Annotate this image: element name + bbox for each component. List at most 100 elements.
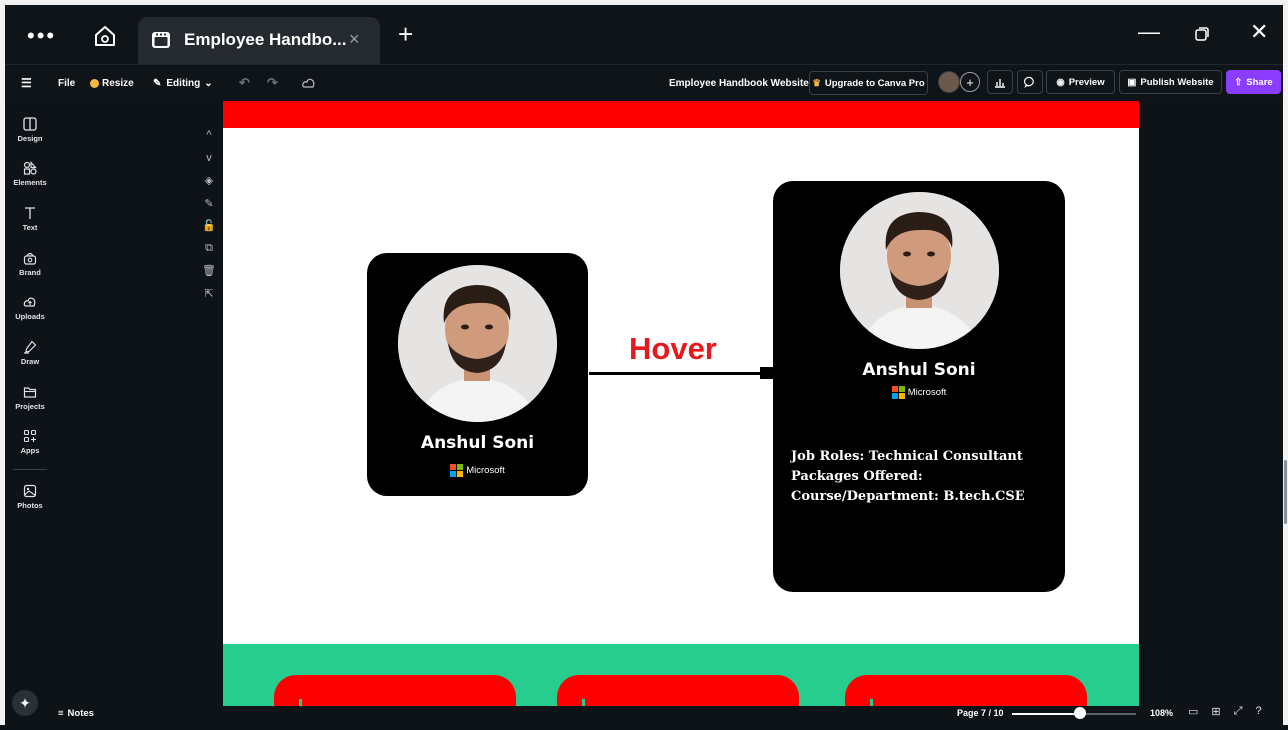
microsoft-icon <box>891 386 905 399</box>
lock-page-icon[interactable]: 🔓 <box>201 219 217 242</box>
red-button-card[interactable] <box>845 675 1087 706</box>
notes-icon: ≡ <box>58 708 64 719</box>
close-icon[interactable]: ✕ <box>1250 19 1268 45</box>
title-bar: ••• Employee Handbo... × + — ✕ <box>5 5 1283 64</box>
magic-sparkle-icon[interactable]: ✦ <box>12 690 38 716</box>
redo-icon[interactable]: ↷ <box>267 65 278 101</box>
packages-text: Packages Offered: <box>791 469 923 484</box>
page-notes-icon[interactable]: ✎ <box>201 197 217 220</box>
avatar[interactable] <box>938 71 960 93</box>
sidebar-divider <box>13 469 47 470</box>
profile-photo <box>398 265 557 422</box>
profile-card-large[interactable]: Anshul Soni Microsoft Job Roles: Technic… <box>773 181 1065 592</box>
home-icon[interactable] <box>91 22 119 50</box>
view-controls: ▭ ⊞ ⤢ ? <box>1188 705 1262 718</box>
website-icon: ▣ <box>1127 76 1137 88</box>
employee-name: Anshul Soni <box>862 360 976 380</box>
sidebar-item-text[interactable]: Text <box>5 206 55 232</box>
comment-icon[interactable] <box>1017 70 1043 94</box>
company-logo: Microsoft <box>773 386 1065 399</box>
pill-marker <box>582 699 585 706</box>
vertical-scrollbar[interactable] <box>1284 460 1287 524</box>
hide-page-icon[interactable]: ◈ <box>201 174 217 197</box>
preview-button[interactable]: ◉ Preview <box>1046 70 1115 94</box>
upgrade-button[interactable]: ♛ Upgrade to Canva Pro <box>809 71 928 95</box>
design-canvas[interactable]: Anshul Soni Microsoft Hover Anshul Soni … <box>223 101 1139 706</box>
move-page-down-icon[interactable]: v <box>201 152 217 175</box>
sidebar-item-brand[interactable]: Brand <box>5 251 55 277</box>
cloud-saved-icon[interactable] <box>302 65 316 101</box>
tab-close-icon[interactable]: × <box>349 29 360 50</box>
more-menu-icon[interactable]: ••• <box>27 23 56 49</box>
text-icon <box>25 207 35 219</box>
upload-share-icon: ⇧ <box>1234 76 1243 88</box>
profile-card-small[interactable]: Anshul Soni Microsoft <box>367 253 588 496</box>
resize-button[interactable]: Resize <box>90 65 134 101</box>
pages-view-icon[interactable]: ▭ <box>1188 705 1198 718</box>
draw-icon <box>24 340 37 354</box>
photos-icon <box>23 484 37 498</box>
uploads-icon <box>23 297 36 307</box>
tab-employee-handbook[interactable]: Employee Handbo... × <box>138 17 380 64</box>
sidebar-item-apps[interactable]: Apps <box>5 429 55 455</box>
sidebar-item-label: Projects <box>15 402 45 411</box>
add-page-icon[interactable]: ⇱ <box>201 287 217 310</box>
insights-icon[interactable] <box>987 70 1013 94</box>
left-sidebar: Design Elements Text Brand Uploads Draw … <box>5 101 55 730</box>
microsoft-icon <box>450 464 464 477</box>
move-page-up-icon[interactable]: ^ <box>201 129 217 152</box>
zoom-percentage[interactable]: 108% <box>1150 708 1173 718</box>
elements-icon <box>23 161 37 175</box>
preview-label: Preview <box>1068 76 1105 88</box>
connector-line <box>589 372 773 375</box>
crown-coin-icon <box>90 78 99 88</box>
employee-details: Job Roles: Technical Consultant Packages… <box>791 447 1025 507</box>
red-button-card[interactable] <box>274 675 516 706</box>
editing-mode-dropdown[interactable]: ✎ Editing ⌄ <box>153 65 213 101</box>
hover-label: Hover <box>629 331 717 366</box>
sidebar-item-photos[interactable]: Photos <box>5 484 55 510</box>
sidebar-item-label: Design <box>17 134 43 143</box>
sidebar-item-uploads[interactable]: Uploads <box>5 295 55 321</box>
sidebar-item-label: Apps <box>20 446 40 455</box>
pill-marker <box>299 699 302 706</box>
editing-label: Editing <box>166 77 201 89</box>
share-button[interactable]: ⇧ Share <box>1226 70 1281 94</box>
file-menu[interactable]: File <box>58 65 75 101</box>
undo-icon[interactable]: ↶ <box>239 65 250 101</box>
notes-button[interactable]: ≡ Notes <box>58 708 94 719</box>
sidebar-item-draw[interactable]: Draw <box>5 340 55 366</box>
fullscreen-icon[interactable]: ⤢ <box>1234 705 1243 718</box>
projects-icon <box>23 387 37 398</box>
resize-label: Resize <box>102 77 134 89</box>
publish-website-button[interactable]: ▣ Publish Website <box>1119 70 1222 94</box>
top-red-banner[interactable] <box>223 101 1139 128</box>
grid-view-icon[interactable]: ⊞ <box>1211 705 1220 718</box>
red-button-card[interactable] <box>557 675 799 706</box>
zoom-fill <box>1012 713 1081 715</box>
sidebar-item-label: Draw <box>20 357 40 366</box>
apps-icon <box>23 429 37 443</box>
minimize-icon[interactable]: — <box>1138 19 1160 45</box>
help-icon[interactable]: ? <box>1255 705 1261 718</box>
eye-icon: ◉ <box>1056 76 1065 88</box>
sidebar-item-design[interactable]: Design <box>5 117 55 143</box>
hamburger-menu-icon[interactable]: ☰ <box>21 65 32 101</box>
crown-icon: ♛ <box>812 77 821 89</box>
document-title[interactable]: Employee Handbook Website <box>669 65 809 101</box>
connector-end <box>760 367 774 379</box>
company-logo: Microsoft <box>367 464 588 477</box>
sidebar-item-projects[interactable]: Projects <box>5 385 55 411</box>
publish-label: Publish Website <box>1140 76 1214 88</box>
restore-icon[interactable] <box>1195 27 1209 41</box>
sidebar-item-label: Text <box>22 223 38 232</box>
sidebar-item-elements[interactable]: Elements <box>5 161 55 187</box>
share-label: Share <box>1246 76 1273 88</box>
company-name: Microsoft <box>907 387 947 398</box>
add-collaborator-icon[interactable]: + <box>960 72 980 92</box>
delete-page-icon[interactable]: 🗑 <box>201 264 217 287</box>
new-tab-button[interactable]: + <box>398 19 413 50</box>
page-indicator[interactable]: Page 7 / 10 <box>957 708 1004 718</box>
chevron-down-icon: ⌄ <box>204 77 213 89</box>
duplicate-page-icon[interactable]: ⧉ <box>201 242 217 265</box>
